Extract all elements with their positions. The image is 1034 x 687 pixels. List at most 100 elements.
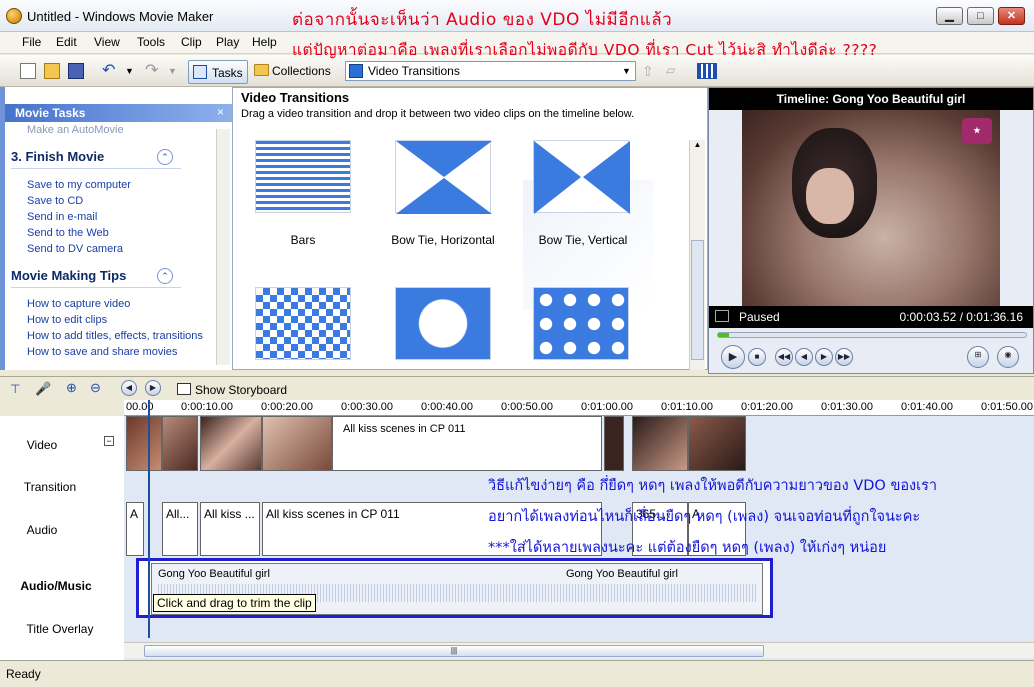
tip-save-link[interactable]: How to save and share movies bbox=[27, 346, 177, 358]
tip-edit-link[interactable]: How to edit clips bbox=[27, 314, 107, 326]
redo-icon[interactable]: ↷ bbox=[145, 63, 161, 79]
send-dv-link[interactable]: Send to DV camera bbox=[27, 243, 123, 255]
video-clip[interactable] bbox=[162, 416, 198, 471]
scroll-up-icon[interactable]: ▲ bbox=[690, 140, 705, 154]
send-web-link[interactable]: Send to the Web bbox=[27, 227, 109, 239]
ruler-tick: 0:00:50.00 bbox=[501, 401, 553, 413]
redo-dropdown-icon[interactable]: ▼ bbox=[168, 63, 184, 79]
timeline-scrollbar[interactable]: ||| bbox=[124, 642, 1034, 658]
collections-icon[interactable] bbox=[254, 64, 269, 76]
make-automovie-link[interactable]: Make an AutoMovie bbox=[27, 124, 124, 136]
back-button[interactable]: ◀ bbox=[795, 348, 813, 366]
menu-edit[interactable]: Edit bbox=[56, 35, 77, 49]
stop-button[interactable]: ■ bbox=[748, 348, 766, 366]
fullscreen-icon[interactable] bbox=[715, 310, 729, 322]
forward-button[interactable]: ▶ bbox=[815, 348, 833, 366]
previous-frame-button[interactable]: ◀◀ bbox=[775, 348, 793, 366]
seek-bar[interactable] bbox=[717, 332, 1027, 338]
taskpane-header: Movie Tasks × bbox=[5, 104, 232, 122]
maximize-button[interactable]: □ bbox=[967, 7, 994, 25]
video-clip-label: All kiss scenes in CP 011 bbox=[343, 423, 466, 435]
playhead[interactable] bbox=[148, 400, 150, 638]
close-button[interactable]: ✕ bbox=[998, 7, 1025, 25]
split-clip-icon[interactable]: ⊞ bbox=[967, 346, 989, 368]
save-to-cd-link[interactable]: Save to CD bbox=[27, 195, 83, 207]
chevron-down-icon[interactable]: ▼ bbox=[618, 62, 635, 80]
view-options-icon[interactable] bbox=[697, 63, 717, 79]
scroll-thumb[interactable] bbox=[691, 240, 704, 360]
undo-dropdown-icon[interactable]: ▼ bbox=[125, 63, 141, 79]
menu-tools[interactable]: Tools bbox=[137, 35, 165, 49]
save-project-icon[interactable] bbox=[68, 63, 84, 79]
finish-movie-heading[interactable]: 3. Finish Movie bbox=[11, 149, 104, 164]
tip-titles-link[interactable]: How to add titles, effects, transitions bbox=[27, 330, 203, 342]
transition-circles-thumb[interactable] bbox=[533, 287, 629, 360]
tip-capture-link[interactable]: How to capture video bbox=[27, 298, 130, 310]
menu-view[interactable]: View bbox=[94, 35, 120, 49]
menu-clip[interactable]: Clip bbox=[181, 35, 202, 49]
annotation-text: แต่ปัญหาต่อมาคือ เพลงที่เราเลือกไม่พอดีก… bbox=[292, 41, 878, 59]
timeline-ruler[interactable]: 00.00 0:00:10.00 0:00:20.00 0:00:30.00 0… bbox=[124, 400, 1034, 416]
chevron-up-icon[interactable]: ⌃ bbox=[157, 149, 173, 165]
show-storyboard-button[interactable]: Show Storyboard bbox=[195, 383, 287, 397]
new-project-icon[interactable] bbox=[20, 63, 36, 79]
video-figure-face bbox=[806, 168, 854, 224]
save-to-computer-link[interactable]: Save to my computer bbox=[27, 179, 131, 191]
video-clip[interactable] bbox=[604, 416, 624, 471]
tips-heading[interactable]: Movie Making Tips bbox=[11, 268, 126, 283]
menu-file[interactable]: File bbox=[22, 35, 41, 49]
tasks-icon bbox=[193, 65, 207, 79]
video-transitions-pane: Video Transitions Drag a video transitio… bbox=[232, 87, 708, 370]
transition-checkerboard-thumb[interactable] bbox=[255, 287, 351, 360]
track-label-transition: Transition bbox=[23, 480, 77, 494]
track-labels: Video − Transition Audio Audio/Music Tit… bbox=[0, 416, 124, 660]
set-audio-levels-icon[interactable]: ⊤ bbox=[10, 382, 20, 396]
transition-bars-thumb[interactable] bbox=[255, 140, 351, 213]
open-project-icon[interactable] bbox=[44, 63, 60, 79]
video-clip[interactable] bbox=[126, 416, 162, 471]
taskpane-scrollbar[interactable] bbox=[216, 129, 230, 365]
audio-clip[interactable]: A bbox=[126, 502, 144, 556]
menu-play[interactable]: Play bbox=[216, 35, 239, 49]
trim-tooltip: Click and drag to trim the clip bbox=[153, 594, 316, 612]
video-clip[interactable] bbox=[632, 416, 688, 471]
audio-clip[interactable]: All... bbox=[162, 502, 198, 556]
zoom-out-icon[interactable]: ⊖ bbox=[90, 380, 101, 396]
up-folder-icon[interactable]: ⇧ bbox=[642, 63, 658, 79]
close-icon[interactable]: × bbox=[217, 105, 224, 119]
collections-button[interactable]: Collections bbox=[272, 64, 331, 78]
camera-icon[interactable]: ◉ bbox=[997, 346, 1019, 368]
zoom-in-icon[interactable]: ⊕ bbox=[66, 380, 77, 396]
send-email-link[interactable]: Send in e-mail bbox=[27, 211, 97, 223]
playback-time: 0:00:03.52 / 0:01:36.16 bbox=[899, 310, 1023, 324]
collapse-icon[interactable]: − bbox=[104, 436, 114, 446]
new-folder-icon[interactable]: ▱ bbox=[666, 63, 682, 79]
undo-icon[interactable]: ↶ bbox=[102, 63, 118, 79]
ruler-tick: 0:00:20.00 bbox=[261, 401, 313, 413]
rewind-timeline-button[interactable]: ◀ bbox=[121, 380, 137, 396]
audio-clip[interactable]: All kiss ... bbox=[200, 502, 260, 556]
play-button[interactable]: ▶ bbox=[721, 345, 745, 369]
play-timeline-button[interactable]: ▶ bbox=[145, 380, 161, 396]
video-clip[interactable] bbox=[262, 416, 332, 471]
collections-dropdown[interactable]: Video Transitions ▼ bbox=[345, 61, 636, 81]
minimize-button[interactable]: ▁ bbox=[936, 7, 963, 25]
transition-circle-thumb[interactable] bbox=[395, 287, 491, 360]
transition-bowtie-v-thumb[interactable] bbox=[533, 140, 630, 214]
video-clip-main[interactable]: All kiss scenes in CP 011 bbox=[332, 416, 602, 471]
video-clip[interactable] bbox=[200, 416, 262, 471]
menu-help[interactable]: Help bbox=[252, 35, 277, 49]
storyboard-icon[interactable] bbox=[177, 383, 191, 395]
track-label-video: Video bbox=[26, 438, 58, 452]
transition-bowtie-h-thumb[interactable] bbox=[395, 140, 492, 214]
chevron-up-icon[interactable]: ⌃ bbox=[157, 268, 173, 284]
transitions-scrollbar[interactable]: ▲ bbox=[689, 140, 705, 370]
narrate-microphone-icon[interactable]: 🎤 bbox=[35, 381, 51, 397]
next-frame-button[interactable]: ▶▶ bbox=[835, 348, 853, 366]
video-clip[interactable] bbox=[688, 416, 746, 471]
tasks-button[interactable]: Tasks bbox=[188, 60, 248, 84]
ruler-tick: 0:00:30.00 bbox=[341, 401, 393, 413]
scroll-thumb[interactable]: ||| bbox=[144, 645, 764, 657]
channel-logo: ★ bbox=[962, 118, 992, 144]
movie-maker-app-icon[interactable] bbox=[6, 8, 22, 24]
